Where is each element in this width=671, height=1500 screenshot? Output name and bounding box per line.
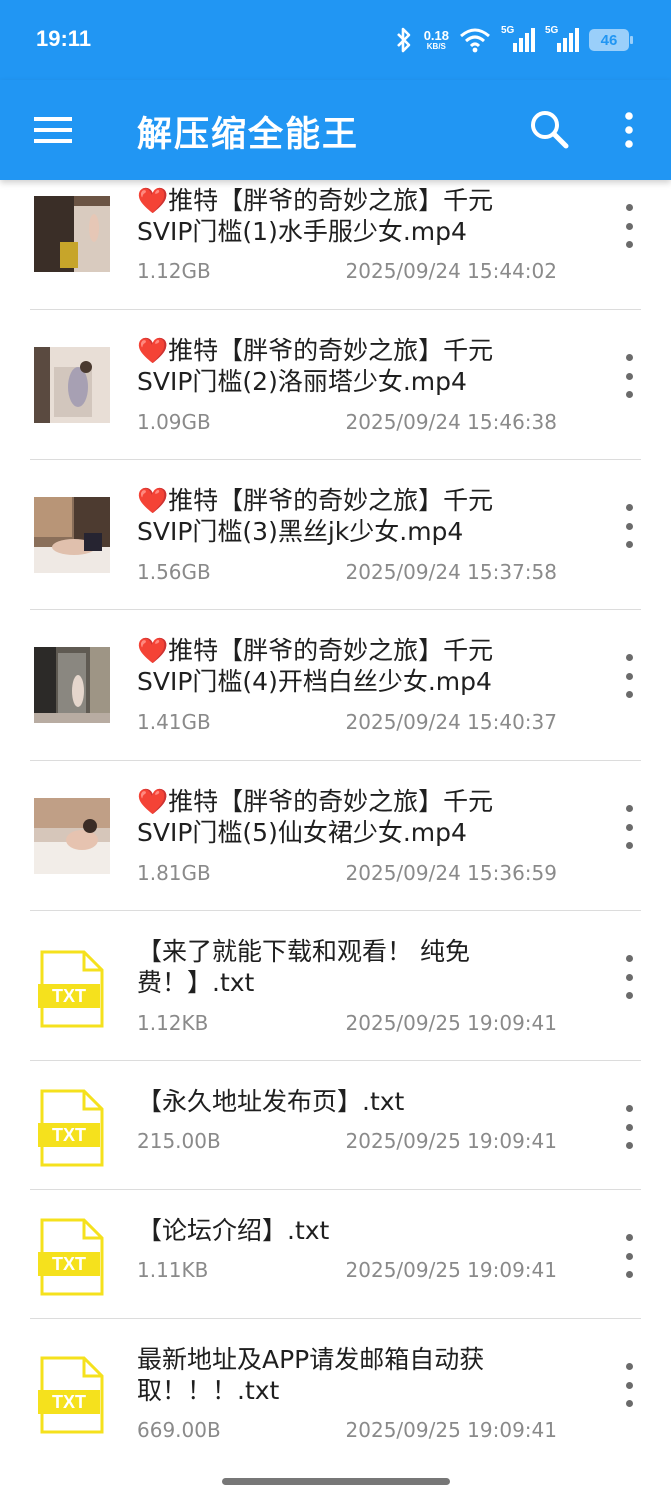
status-bar: 19:11 0.18 KB/S 5G 5G 46: [0, 0, 671, 80]
file-size: 1.81GB: [137, 861, 211, 885]
file-row[interactable]: TXT 【永久地址发布页】.txt 215.00B 2025/09/25 19:09…: [0, 1061, 671, 1190]
file-row[interactable]: ❤️推特【胖爷的奇妙之旅】千元 SVIP门槛(4)开档白丝少女.mp4 1.41G…: [0, 610, 671, 761]
file-name: 【永久地址发布页】.txt: [137, 1087, 405, 1116]
net-speed-value: 0.18: [423, 28, 449, 43]
file-more-button[interactable]: [618, 955, 640, 999]
more-vertical-icon: [625, 112, 633, 148]
menu-icon: [34, 117, 72, 143]
txt-icon-label: TXT: [52, 1254, 86, 1274]
txt-icon-label: TXT: [52, 986, 86, 1006]
battery-level: 46: [600, 31, 618, 49]
file-more-button[interactable]: [618, 805, 640, 849]
file-name: ❤️推特【胖爷的奇妙之旅】千元 SVIP门槛(1)水手服少女.mp4: [137, 186, 494, 246]
file-name: 【论坛介绍】.txt: [137, 1216, 330, 1245]
file-date: 2025/09/24 15:46:38: [345, 410, 557, 434]
file-name: ❤️推特【胖爷的奇妙之旅】千元 SVIP门槛(3)黑丝jk少女.mp4: [137, 486, 494, 546]
file-date: 2025/09/24 15:44:02: [345, 259, 557, 283]
status-icons: 0.18 KB/S 5G 5G 46: [394, 24, 633, 56]
file-row[interactable]: TXT 【来了就能下载和观看！ 纯免 费！】.txt 1.12KB 2025/09/…: [0, 911, 671, 1061]
bluetooth-icon: [396, 27, 410, 53]
file-name: ❤️推特【胖爷的奇妙之旅】千元 SVIP门槛(5)仙女裙少女.mp4: [137, 787, 494, 847]
file-date: 2025/09/25 19:09:41: [345, 1418, 557, 1442]
file-date: 2025/09/25 19:09:41: [345, 1129, 557, 1153]
search-icon: [531, 111, 569, 149]
file-row[interactable]: ❤️推特【胖爷的奇妙之旅】千元 SVIP门槛(3)黑丝jk少女.mp4 1.56G…: [0, 460, 671, 610]
file-name: ❤️推特【胖爷的奇妙之旅】千元 SVIP门槛(2)洛丽塔少女.mp4: [137, 336, 494, 396]
file-date: 2025/09/24 15:36:59: [345, 861, 557, 885]
app-bar: 解压缩全能王: [0, 80, 671, 180]
file-date: 2025/09/24 15:40:37: [345, 710, 557, 734]
file-size: 1.12GB: [137, 259, 211, 283]
file-name: 【来了就能下载和观看！ 纯免 费！】.txt: [137, 937, 470, 997]
file-row[interactable]: ❤️推特【胖爷的奇妙之旅】千元 SVIP门槛(1)水手服少女.mp4 1.12GB…: [0, 180, 671, 310]
txt-file-icon: TXT: [38, 1218, 106, 1296]
file-size: 1.12KB: [137, 1011, 209, 1035]
file-more-button[interactable]: [618, 1105, 640, 1149]
file-row[interactable]: TXT 【论坛介绍】.txt 1.11KB 2025/09/25 19:09:41: [0, 1190, 671, 1319]
file-more-button[interactable]: [618, 654, 640, 698]
signal-5g-icon: 5G: [545, 25, 579, 53]
txt-icon-label: TXT: [52, 1392, 86, 1412]
file-more-button[interactable]: [618, 504, 640, 548]
search-button[interactable]: [528, 108, 572, 152]
file-name: 最新地址及APP请发邮箱自动获 取！！！.txt: [137, 1345, 485, 1405]
home-indicator[interactable]: [222, 1478, 450, 1485]
video-thumbnail: [34, 647, 110, 723]
signal-5g-icon: 5G: [501, 25, 535, 53]
file-size: 1.41GB: [137, 710, 211, 734]
file-more-button[interactable]: [618, 1363, 640, 1407]
video-thumbnail: [34, 798, 110, 874]
video-thumbnail: [34, 497, 110, 573]
txt-file-icon: TXT: [38, 1089, 106, 1167]
net-speed-unit: KB/S: [426, 42, 446, 51]
file-more-button[interactable]: [618, 204, 640, 248]
file-size: 1.09GB: [137, 410, 211, 434]
txt-file-icon: TXT: [38, 950, 106, 1028]
file-list: ❤️推特【胖爷的奇妙之旅】千元 SVIP门槛(1)水手服少女.mp4 1.12GB…: [0, 180, 671, 1469]
file-more-button[interactable]: [618, 354, 640, 398]
more-options-button[interactable]: [614, 108, 644, 152]
file-size: 215.00B: [137, 1129, 221, 1153]
file-row[interactable]: TXT 最新地址及APP请发邮箱自动获 取！！！.txt 669.00B 2025/…: [0, 1319, 671, 1469]
video-thumbnail: [34, 196, 110, 272]
file-size: 1.56GB: [137, 560, 211, 584]
file-row[interactable]: ❤️推特【胖爷的奇妙之旅】千元 SVIP门槛(2)洛丽塔少女.mp4 1.09GB…: [0, 310, 671, 460]
file-date: 2025/09/25 19:09:41: [345, 1258, 557, 1282]
file-date: 2025/09/25 19:09:41: [345, 1011, 557, 1035]
file-name: ❤️推特【胖爷的奇妙之旅】千元 SVIP门槛(4)开档白丝少女.mp4: [137, 636, 494, 696]
file-size: 1.11KB: [137, 1258, 209, 1282]
file-row[interactable]: ❤️推特【胖爷的奇妙之旅】千元 SVIP门槛(5)仙女裙少女.mp4 1.81GB…: [0, 761, 671, 911]
video-thumbnail: [34, 347, 110, 423]
net-speed: 0.18 KB/S: [424, 29, 449, 51]
txt-file-icon: TXT: [38, 1356, 106, 1434]
status-time: 19:11: [36, 26, 92, 51]
file-date: 2025/09/24 15:37:58: [345, 560, 557, 584]
app-title: 解压缩全能王: [137, 115, 360, 155]
file-more-button[interactable]: [618, 1234, 640, 1278]
battery-icon: 46: [589, 29, 633, 51]
menu-button[interactable]: [30, 110, 76, 150]
wifi-icon: [460, 28, 490, 53]
txt-icon-label: TXT: [52, 1125, 86, 1145]
file-size: 669.00B: [137, 1418, 221, 1442]
